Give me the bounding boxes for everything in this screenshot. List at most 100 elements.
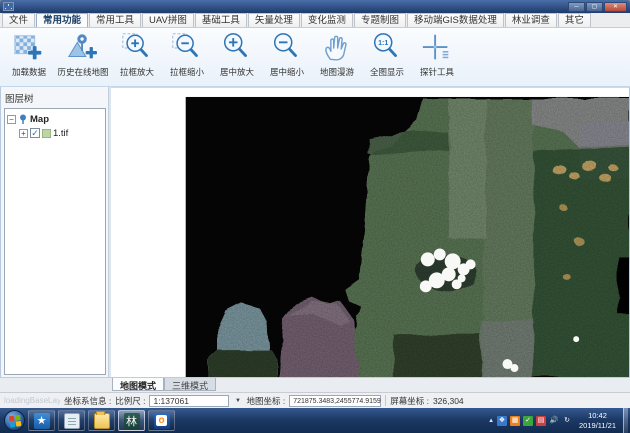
windows-flag-icon xyxy=(9,415,22,428)
box-zoom-in-button[interactable]: 拉框放大 xyxy=(112,30,162,84)
taskbar-app-star[interactable]: ★ xyxy=(28,410,55,431)
tab-uav-mosaic[interactable]: UAV拼图 xyxy=(142,13,194,27)
taskbar-app-o[interactable]: o xyxy=(148,410,175,431)
layer-panel-title: 图层树 xyxy=(4,89,106,108)
main-area: 图层树 − Map + ✓ 1.tif xyxy=(0,87,630,377)
tab-3d-mode[interactable]: 三维模式 xyxy=(164,378,216,391)
toolbar: 加载数据 历史在线地图 拉框放大 xyxy=(0,28,630,87)
tray-chat-icon[interactable]: ▦ xyxy=(510,416,520,426)
tab-thematic-mapping[interactable]: 专题制图 xyxy=(354,13,406,27)
layer-panel: 图层树 − Map + ✓ 1.tif xyxy=(1,87,108,377)
application-window: ─ ▢ ✕ 文件 常用功能 常用工具 UAV拼图 基础工具 矢量处理 变化监测 … xyxy=(0,0,630,433)
box-zoom-out-button[interactable]: 拉框缩小 xyxy=(162,30,212,84)
minimize-button[interactable]: ─ xyxy=(568,2,585,12)
title-bar: ─ ▢ ✕ xyxy=(0,0,630,13)
scale-dropdown-icon[interactable]: ▼ xyxy=(233,398,242,404)
status-separator xyxy=(385,395,386,406)
tool-label: 探针工具 xyxy=(420,66,454,78)
tool-label: 地图漫游 xyxy=(320,66,354,78)
tab-mobile-gis-data[interactable]: 移动端GIS数据处理 xyxy=(407,13,504,27)
pan-map-button[interactable]: 地图漫游 xyxy=(312,30,362,84)
expand-icon[interactable]: + xyxy=(19,129,28,138)
load-data-icon xyxy=(12,31,46,65)
close-button[interactable]: ✕ xyxy=(604,2,627,12)
taskbar-app-explorer[interactable] xyxy=(88,410,115,431)
satellite-mosaic xyxy=(111,88,629,377)
tab-basic-tools[interactable]: 基础工具 xyxy=(195,13,247,27)
history-online-map-icon xyxy=(66,31,100,65)
tab-map-mode[interactable]: 地图模式 xyxy=(112,378,164,391)
tool-label: 历史在线地图 xyxy=(57,66,108,78)
app-icon xyxy=(3,2,14,11)
tree-node-layer[interactable]: + ✓ 1.tif xyxy=(7,126,103,140)
taskbar-app-notepad[interactable] xyxy=(58,410,85,431)
scale-input[interactable]: 1:137061 xyxy=(149,395,229,407)
coord-system-label: 坐标系信息 : xyxy=(64,395,111,407)
tree-node-map[interactable]: − Map xyxy=(7,112,103,126)
status-bar: loadingBaseLayer1 坐标系信息 : 比例尺 : 1:137061… xyxy=(0,392,630,408)
forestry-app-icon: 林 xyxy=(124,413,140,429)
windows-taskbar: ★ 林 o ▲ ❖ ▦ ✓ ▤ 🔊 ↻ 10:42 2019/11/21 xyxy=(0,408,630,433)
center-zoom-in-icon xyxy=(220,31,254,65)
load-data-button[interactable]: 加载数据 xyxy=(4,30,54,84)
status-faint-text: loadingBaseLayer1 xyxy=(4,396,60,405)
star-app-icon: ★ xyxy=(34,413,50,429)
scale-label: 比例尺 : xyxy=(115,395,145,407)
map-pin-icon xyxy=(18,114,28,124)
system-tray: ▲ ❖ ▦ ✓ ▤ 🔊 ↻ 10:42 2019/11/21 xyxy=(488,408,628,433)
layer-visibility-checkbox[interactable]: ✓ xyxy=(30,128,40,138)
volume-icon[interactable]: 🔊 xyxy=(549,416,559,426)
clock-date: 2019/11/21 xyxy=(579,421,616,430)
full-extent-button[interactable]: 1:1 全图显示 xyxy=(362,30,412,84)
notepad-icon xyxy=(64,413,80,429)
center-zoom-out-button[interactable]: 居中缩小 xyxy=(262,30,312,84)
layer-tree[interactable]: − Map + ✓ 1.tif xyxy=(4,108,106,375)
hidden-icons-arrow[interactable]: ▲ xyxy=(488,418,494,424)
tab-change-detection[interactable]: 变化监测 xyxy=(301,13,353,27)
history-online-map-button[interactable]: 历史在线地图 xyxy=(54,30,112,84)
tab-forestry-survey[interactable]: 林业调查 xyxy=(505,13,557,27)
probe-tool-button[interactable]: 探针工具 xyxy=(412,30,462,84)
screen-coord-value: 326,304 xyxy=(433,396,464,406)
map-coord-label: 地图坐标 : xyxy=(246,395,285,407)
tab-vector-processing[interactable]: 矢量处理 xyxy=(248,13,300,27)
tray-alert-icon[interactable]: ▤ xyxy=(536,416,546,426)
taskbar-clock[interactable]: 10:42 2019/11/21 xyxy=(575,411,620,430)
taskbar-app-forestry[interactable]: 林 xyxy=(118,410,145,431)
tree-node-label[interactable]: 1.tif xyxy=(53,128,68,139)
start-button[interactable] xyxy=(4,410,25,431)
collapse-icon[interactable]: − xyxy=(7,115,16,124)
tab-other[interactable]: 其它 xyxy=(558,13,591,27)
tray-antivirus-icon[interactable]: ❖ xyxy=(497,416,507,426)
box-zoom-out-icon xyxy=(170,31,204,65)
network-sync-icon[interactable]: ↻ xyxy=(562,416,572,426)
tab-common-tools[interactable]: 常用工具 xyxy=(89,13,141,27)
tree-node-label[interactable]: Map xyxy=(30,114,49,125)
o-app-icon: o xyxy=(154,413,170,429)
map-mode-tab-bar: 地图模式 三维模式 xyxy=(0,377,630,392)
tool-label: 拉框放大 xyxy=(120,66,154,78)
folder-icon xyxy=(94,413,110,429)
box-zoom-in-icon xyxy=(120,31,154,65)
tool-label: 加载数据 xyxy=(12,66,46,78)
full-extent-icon: 1:1 xyxy=(370,31,404,65)
maximize-button[interactable]: ▢ xyxy=(586,2,603,12)
show-desktop-button[interactable] xyxy=(623,408,628,433)
tool-label: 居中缩小 xyxy=(270,66,304,78)
map-canvas[interactable] xyxy=(111,87,629,377)
probe-tool-icon xyxy=(420,31,454,65)
raster-layer-icon xyxy=(42,129,51,138)
tab-file[interactable]: 文件 xyxy=(2,13,35,27)
tab-common-functions[interactable]: 常用功能 xyxy=(36,13,88,27)
map-column xyxy=(111,87,629,377)
center-zoom-in-button[interactable]: 居中放大 xyxy=(212,30,262,84)
tool-label: 全图显示 xyxy=(370,66,404,78)
svg-text:1:1: 1:1 xyxy=(378,39,388,47)
map-coord-value: 721875.3483,2455774.9159 xyxy=(289,395,381,407)
tool-label: 拉框缩小 xyxy=(170,66,204,78)
tray-security-icon[interactable]: ✓ xyxy=(523,416,533,426)
ribbon-tab-bar: 文件 常用功能 常用工具 UAV拼图 基础工具 矢量处理 变化监测 专题制图 移… xyxy=(0,13,630,28)
pan-hand-icon xyxy=(320,31,354,65)
tool-label: 居中放大 xyxy=(220,66,254,78)
center-zoom-out-icon xyxy=(270,31,304,65)
